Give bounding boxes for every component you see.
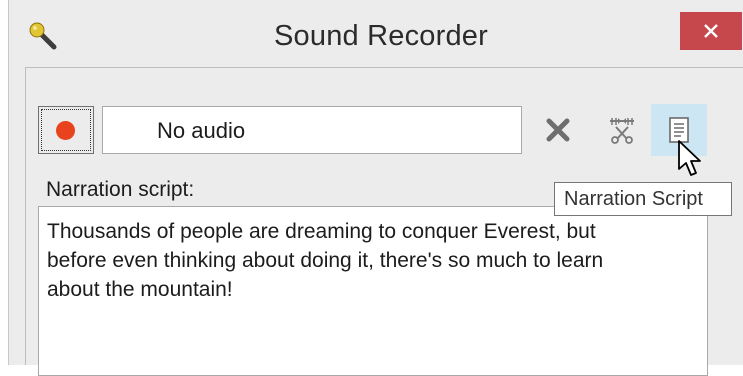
- record-button[interactable]: [38, 106, 94, 154]
- audio-status-field: No audio: [102, 106, 522, 154]
- trim-audio-button[interactable]: [600, 108, 644, 152]
- mouse-pointer-icon: [677, 139, 703, 179]
- record-icon: [56, 121, 75, 140]
- trim-audio-icon: [610, 118, 634, 144]
- title-bar[interactable]: Sound Recorder: [9, 0, 743, 64]
- close-button[interactable]: [680, 12, 742, 50]
- narration-script-textarea[interactable]: Thousands of people are dreaming to conq…: [38, 206, 708, 376]
- delete-icon: [546, 118, 570, 142]
- audio-status-text: No audio: [157, 118, 246, 143]
- close-icon: [704, 24, 718, 38]
- delete-audio-button[interactable]: [536, 108, 580, 152]
- narration-script-label: Narration script:: [46, 178, 195, 201]
- window-title: Sound Recorder: [274, 20, 488, 52]
- narration-script-tooltip: Narration Script: [554, 182, 732, 216]
